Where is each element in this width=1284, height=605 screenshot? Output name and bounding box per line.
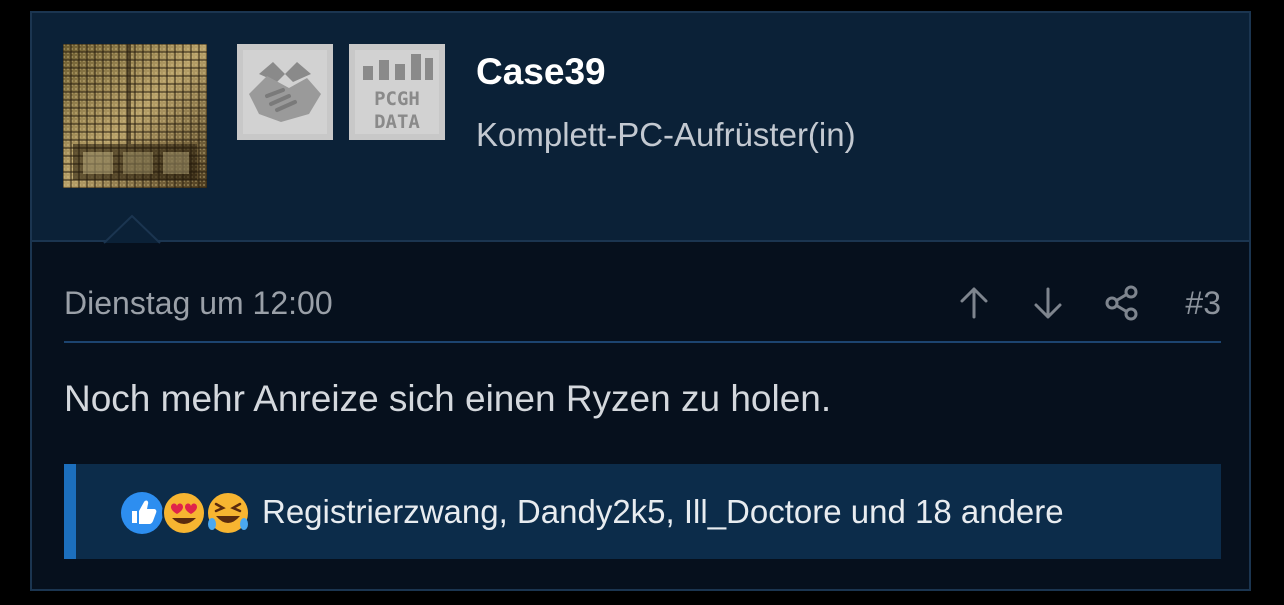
user-header: PCGH DATA Case39 Komplett-PC-Aufrüster(i…	[32, 13, 1249, 242]
data-text: DATA	[374, 111, 420, 133]
reactions-text[interactable]: Registrierzwang, Dandy2k5, Ill_Doctore u…	[262, 493, 1064, 531]
pcgh-text: PCGH	[374, 88, 420, 110]
post-meta: Dienstag um 12:00 #3	[64, 271, 1221, 343]
forum-post: PCGH DATA Case39 Komplett-PC-Aufrüster(i…	[30, 11, 1251, 591]
username[interactable]: Case39	[476, 51, 606, 93]
post-number[interactable]: #3	[1185, 285, 1221, 322]
arrow-up-icon[interactable]	[954, 283, 994, 323]
pcgh-data-icon[interactable]: PCGH DATA	[349, 44, 445, 140]
post-date[interactable]: Dienstag um 12:00	[64, 285, 333, 322]
user-avatar[interactable]	[63, 44, 207, 188]
share-icon[interactable]	[1102, 283, 1142, 323]
love-icon	[162, 491, 206, 535]
user-title: Komplett-PC-Aufrüster(in)	[476, 116, 856, 153]
haha-icon	[206, 491, 250, 535]
arrow-down-icon[interactable]	[1028, 283, 1068, 323]
reactions-bar[interactable]: Registrierzwang, Dandy2k5, Ill_Doctore u…	[64, 464, 1221, 559]
pointer-arrow	[103, 214, 161, 244]
like-icon	[121, 492, 163, 534]
post-message: Noch mehr Anreize sich einen Ryzen zu ho…	[64, 378, 832, 419]
reaction-icons	[120, 490, 254, 536]
handshake-icon[interactable]	[237, 44, 333, 140]
